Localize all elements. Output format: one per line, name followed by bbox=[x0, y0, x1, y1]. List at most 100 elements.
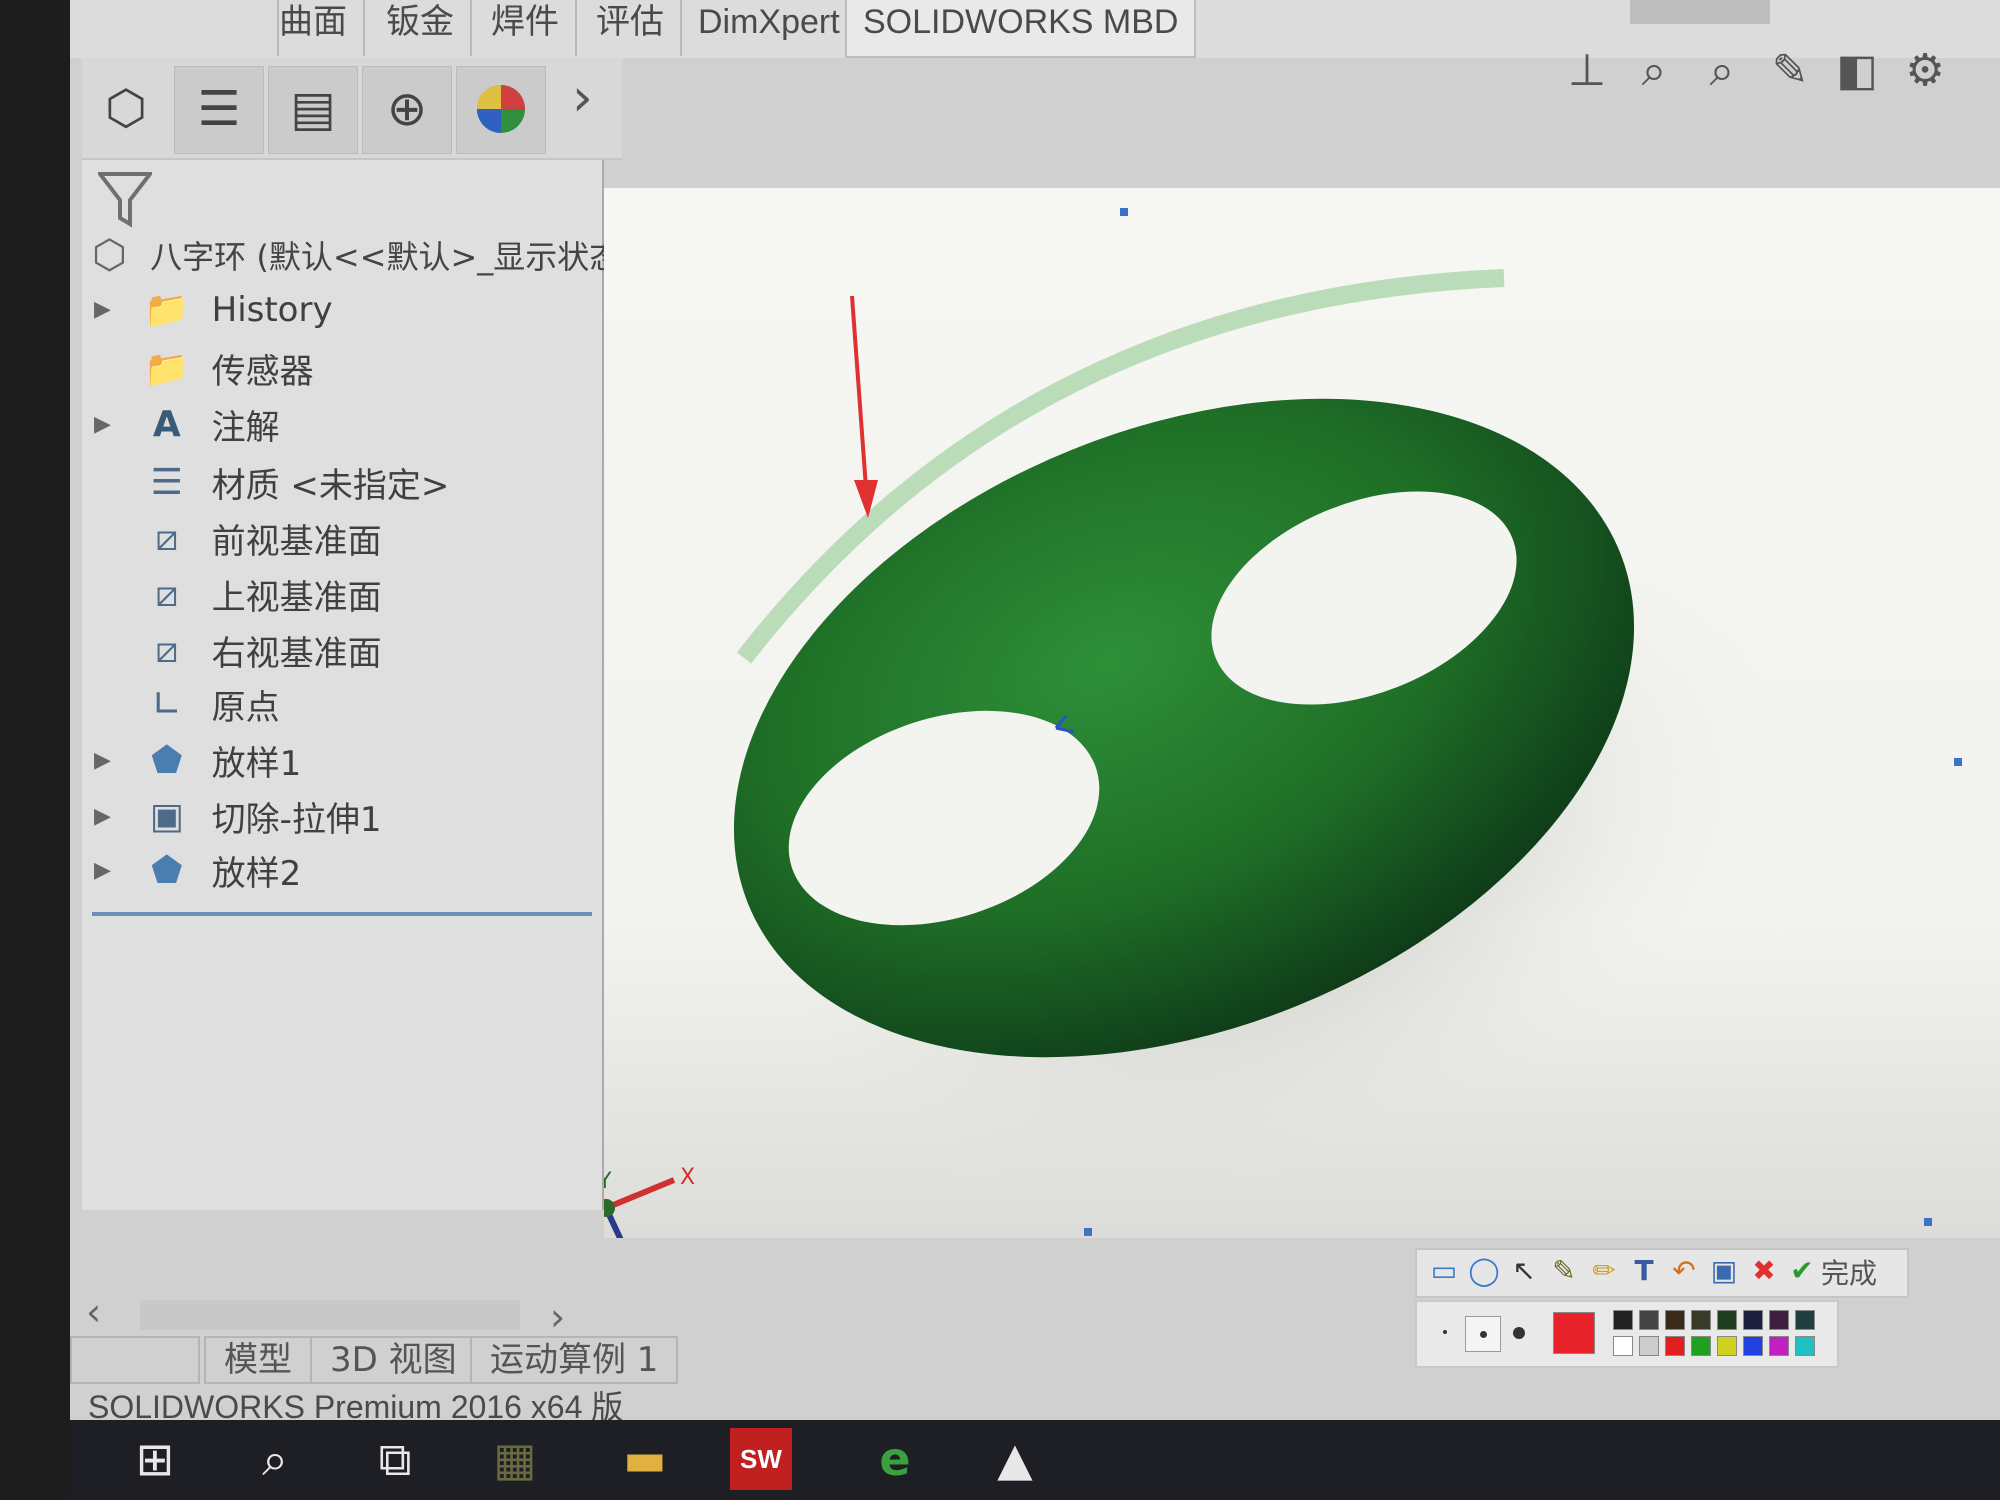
size-large-option[interactable] bbox=[1513, 1327, 1525, 1339]
done-check-icon[interactable]: ✔ bbox=[1785, 1254, 1819, 1288]
search-icon[interactable]: ⌕ bbox=[240, 1424, 310, 1494]
color-swatch[interactable] bbox=[1769, 1336, 1789, 1356]
tree-item-annotations[interactable]: ▶ A 注解 bbox=[94, 400, 280, 452]
tree-item-history[interactable]: ▶ 📁 History bbox=[94, 288, 333, 340]
undo-icon[interactable]: ↶ bbox=[1667, 1254, 1701, 1288]
horizontal-scrollbar[interactable] bbox=[140, 1300, 520, 1330]
cancel-icon[interactable]: ✖ bbox=[1747, 1254, 1781, 1288]
expand-arrow-icon[interactable]: ▶ bbox=[94, 412, 130, 437]
size-medium-option[interactable] bbox=[1465, 1316, 1501, 1352]
tab-evaluate[interactable]: 评估 bbox=[580, 0, 682, 56]
loft-icon: ⬟ bbox=[151, 850, 183, 891]
color-swatch[interactable] bbox=[1717, 1310, 1737, 1330]
tab-dimxpert[interactable]: DimXpert bbox=[682, 0, 858, 56]
previous-view-icon[interactable]: ✎ bbox=[1763, 44, 1817, 98]
display-manager-icon[interactable] bbox=[456, 66, 546, 154]
feature-manager-tree: ⬡ 八字环 (默认<<默认>_显示状态 ▶ 📁 History 📁 传感器 ▶ … bbox=[82, 160, 621, 1210]
color-swatch[interactable] bbox=[1769, 1310, 1789, 1330]
scroll-left-icon[interactable]: ‹ bbox=[86, 1290, 101, 1334]
brush-tool-icon[interactable]: ✎ bbox=[1547, 1254, 1581, 1288]
color-swatch[interactable] bbox=[1795, 1310, 1815, 1330]
color-swatch[interactable] bbox=[1743, 1336, 1763, 1356]
cut-extrude-icon: ▣ bbox=[149, 796, 184, 837]
tab-surfaces[interactable]: 曲面 bbox=[263, 0, 365, 56]
windows-start-icon[interactable]: ⊞ bbox=[120, 1424, 190, 1494]
view-settings-icon[interactable]: ⚙ bbox=[1898, 44, 1952, 98]
rectangle-tool-icon[interactable]: ▭ bbox=[1427, 1254, 1461, 1288]
color-swatch[interactable] bbox=[1691, 1336, 1711, 1356]
color-swatch[interactable] bbox=[1665, 1310, 1685, 1330]
color-swatch[interactable] bbox=[1639, 1310, 1659, 1330]
color-swatch[interactable] bbox=[1795, 1336, 1815, 1356]
expand-arrow-icon[interactable]: ▶ bbox=[94, 804, 130, 829]
color-swatch[interactable] bbox=[1613, 1336, 1633, 1356]
tree-item-label: 传感器 bbox=[211, 352, 314, 392]
tree-item-right-plane[interactable]: ⧄ 右视基准面 bbox=[94, 626, 382, 678]
color-swatch[interactable] bbox=[1665, 1336, 1685, 1356]
graphics-area[interactable]: X Y Z bbox=[597, 188, 2000, 1292]
tree-item-loft1[interactable]: ▶ ⬟ 放样1 bbox=[94, 736, 301, 788]
tree-root-part[interactable]: ⬡ 八字环 (默认<<默认>_显示状态 bbox=[92, 232, 621, 278]
ribbon-collapse-button[interactable] bbox=[1630, 0, 1770, 24]
configurationmanager-icon[interactable]: ▤ bbox=[268, 66, 358, 154]
markup-toolbar: ▭ ◯ ↖ ✎ ✏ T ↶ ▣ ✖ ✔ 完成 bbox=[1415, 1248, 1909, 1298]
tree-item-origin[interactable]: ∟ 原点 bbox=[94, 680, 280, 732]
tree-item-label: 材质 <未指定> bbox=[211, 466, 450, 506]
zoom-to-fit-icon[interactable]: ⌕ bbox=[1627, 44, 1681, 98]
tab-solidworks-mbd[interactable]: SOLIDWORKS MBD bbox=[845, 0, 1197, 58]
tree-item-cut-extrude1[interactable]: ▶ ▣ 切除-拉伸1 bbox=[94, 792, 382, 844]
pencil-tool-icon[interactable]: ✏ bbox=[1587, 1254, 1621, 1288]
tab-motion-study-1[interactable]: 运动算例 1 bbox=[470, 1336, 679, 1384]
color-swatch[interactable] bbox=[1639, 1336, 1659, 1356]
size-small-option[interactable] bbox=[1443, 1330, 1447, 1334]
expand-arrow-icon[interactable]: ▶ bbox=[94, 297, 130, 322]
color-swatch[interactable] bbox=[1691, 1310, 1711, 1330]
tree-item-top-plane[interactable]: ⧄ 上视基准面 bbox=[94, 570, 381, 622]
expand-arrow-icon[interactable]: ▶ bbox=[94, 858, 130, 883]
ellipse-tool-icon[interactable]: ◯ bbox=[1467, 1254, 1501, 1288]
arrow-tool-icon[interactable]: ↖ bbox=[1507, 1254, 1541, 1288]
task-view-icon[interactable]: ⧉ bbox=[360, 1424, 430, 1494]
tab-model[interactable]: 模型 bbox=[204, 1336, 312, 1384]
filter-icon[interactable] bbox=[95, 170, 158, 230]
dimxpert-icon[interactable]: ⊕ bbox=[362, 66, 452, 154]
zoom-area-icon[interactable]: ⌕ bbox=[1695, 44, 1749, 98]
text-tool-icon[interactable]: T bbox=[1627, 1254, 1661, 1288]
done-button[interactable]: 完成 bbox=[1821, 1252, 1877, 1292]
tree-item-material[interactable]: ☰ 材质 <未指定> bbox=[94, 458, 450, 510]
color-swatch[interactable] bbox=[1717, 1336, 1737, 1356]
file-explorer-icon[interactable]: ▬ bbox=[610, 1424, 680, 1494]
propertymanager-icon[interactable]: ☰ bbox=[174, 66, 264, 154]
tree-item-label: 放样1 bbox=[211, 744, 302, 784]
app-icon[interactable]: ▦ bbox=[480, 1424, 550, 1494]
more-managers-chevron-icon[interactable]: › bbox=[572, 68, 593, 128]
tree-item-sensors[interactable]: 📁 传感器 bbox=[94, 344, 314, 396]
tree-item-label: 右视基准面 bbox=[211, 634, 382, 674]
rollback-bar[interactable] bbox=[92, 912, 592, 916]
expand-arrow-icon[interactable]: ▶ bbox=[94, 748, 130, 773]
selection-handle[interactable] bbox=[1924, 1218, 1932, 1226]
selection-handle[interactable] bbox=[1120, 208, 1128, 216]
tab-weldments[interactable]: 焊件 bbox=[475, 0, 577, 56]
tab-sheet-metal[interactable]: 钣金 bbox=[370, 0, 472, 56]
tree-item-label: 放样2 bbox=[211, 854, 302, 894]
save-icon[interactable]: ▣ bbox=[1707, 1254, 1741, 1288]
tab-3d-views[interactable]: 3D 视图 bbox=[310, 1336, 477, 1384]
photos-icon[interactable]: ▲ bbox=[980, 1424, 1050, 1494]
scroll-right-icon[interactable]: › bbox=[550, 1295, 565, 1339]
current-color-swatch[interactable] bbox=[1553, 1312, 1595, 1354]
color-swatch[interactable] bbox=[1743, 1310, 1763, 1330]
tree-item-loft2[interactable]: ▶ ⬟ 放样2 bbox=[94, 846, 301, 898]
view-orientation-icon[interactable]: ⊥ bbox=[1560, 44, 1614, 98]
tree-item-front-plane[interactable]: ⧄ 前视基准面 bbox=[94, 514, 381, 566]
section-view-icon[interactable]: ◧ bbox=[1830, 44, 1884, 98]
ie-browser-icon[interactable]: e bbox=[860, 1424, 930, 1494]
triad-x-label: X bbox=[680, 1165, 695, 1190]
solidworks-icon[interactable]: SW bbox=[730, 1428, 792, 1490]
triad-origin bbox=[597, 1199, 615, 1217]
tab-scroll-arrows[interactable] bbox=[70, 1336, 200, 1384]
color-swatch[interactable] bbox=[1613, 1310, 1633, 1330]
featuremanager-icon[interactable]: ⬡ bbox=[82, 66, 170, 152]
selection-handle[interactable] bbox=[1084, 1228, 1092, 1236]
selection-handle[interactable] bbox=[1954, 758, 1962, 766]
